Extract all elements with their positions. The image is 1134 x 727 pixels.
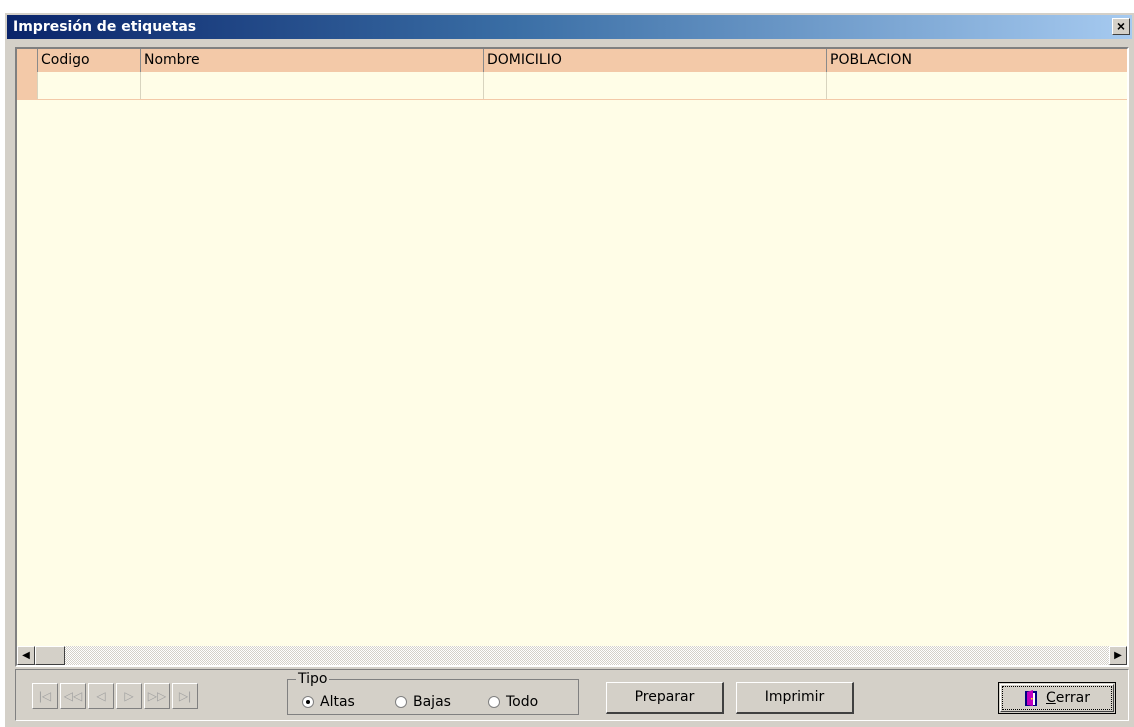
fast-forward-icon: ▷▷: [147, 689, 167, 703]
next-icon: ▷: [124, 689, 134, 703]
rewind-icon: ◁◁: [63, 689, 83, 703]
dialog-window: Impresión de etiquetas × Codigo Nombre D…: [4, 12, 1134, 727]
scroll-left-button[interactable]: ◀: [17, 646, 35, 665]
cell-domicilio[interactable]: [483, 72, 826, 99]
scroll-right-button[interactable]: ▶: [1109, 646, 1127, 665]
cerrar-hotkey: C: [1046, 690, 1056, 706]
cell-codigo[interactable]: [37, 72, 140, 99]
cell-poblacion[interactable]: [826, 72, 1127, 99]
radio-todo[interactable]: Todo: [488, 694, 538, 710]
cerrar-focus: Cerrar: [1002, 686, 1112, 710]
horizontal-scrollbar[interactable]: ◀ ▶: [17, 646, 1127, 665]
tipo-groupbox: Tipo Altas Bajas Todo: [287, 671, 579, 715]
radio-checked-icon: [302, 696, 314, 708]
previous-icon: ◁: [96, 689, 106, 703]
nav-first-button[interactable]: |◁: [32, 683, 58, 709]
nav-next-page-button[interactable]: ▷▷: [144, 683, 170, 709]
arrow-left-icon: ◀: [22, 650, 30, 661]
scroll-thumb[interactable]: [35, 646, 65, 665]
imprimir-button[interactable]: Imprimir: [736, 682, 854, 714]
row-indicator: [17, 72, 37, 99]
radio-unchecked-icon: [488, 696, 500, 708]
data-grid[interactable]: Codigo Nombre DOMICILIO POBLACION ◀ ▶: [15, 47, 1129, 667]
tipo-legend: Tipo: [296, 671, 330, 687]
close-icon: ×: [1116, 18, 1126, 34]
nav-prior-button[interactable]: ◁: [88, 683, 114, 709]
window-title: Impresión de etiquetas: [13, 19, 197, 35]
column-header-poblacion[interactable]: POBLACION: [826, 49, 1127, 72]
cell-nombre[interactable]: [140, 72, 483, 99]
close-button[interactable]: ×: [1112, 18, 1130, 35]
door-exit-icon: [1025, 690, 1037, 706]
radio-unchecked-icon: [395, 696, 407, 708]
title-bar[interactable]: Impresión de etiquetas ×: [7, 15, 1132, 39]
column-header-codigo[interactable]: Codigo: [37, 49, 140, 72]
table-row[interactable]: [17, 72, 1127, 100]
arrow-right-icon: ▶: [1114, 650, 1122, 661]
skip-first-icon: |◁: [38, 689, 52, 703]
nav-last-button[interactable]: ▷|: [172, 683, 198, 709]
db-navigator: |◁ ◁◁ ◁ ▷ ▷▷ ▷|: [32, 683, 200, 709]
nav-prior-page-button[interactable]: ◁◁: [60, 683, 86, 709]
radio-bajas[interactable]: Bajas: [395, 694, 451, 710]
radio-altas-label: Altas: [320, 694, 355, 710]
cerrar-label: errar: [1055, 690, 1090, 706]
preparar-button[interactable]: Preparar: [606, 682, 724, 714]
radio-todo-label: Todo: [506, 694, 539, 710]
column-header-domicilio[interactable]: DOMICILIO: [483, 49, 826, 72]
grid-header: Codigo Nombre DOMICILIO POBLACION: [17, 49, 1127, 73]
radio-altas[interactable]: Altas: [302, 694, 355, 710]
bottom-toolbar: |◁ ◁◁ ◁ ▷ ▷▷ ▷| Tipo Altas Bajas Todo Pr…: [15, 669, 1129, 721]
nav-next-button[interactable]: ▷: [116, 683, 142, 709]
cerrar-button[interactable]: Cerrar: [998, 682, 1116, 714]
radio-bajas-label: Bajas: [413, 694, 451, 710]
skip-last-icon: ▷|: [178, 689, 192, 703]
column-header-nombre[interactable]: Nombre: [140, 49, 483, 72]
